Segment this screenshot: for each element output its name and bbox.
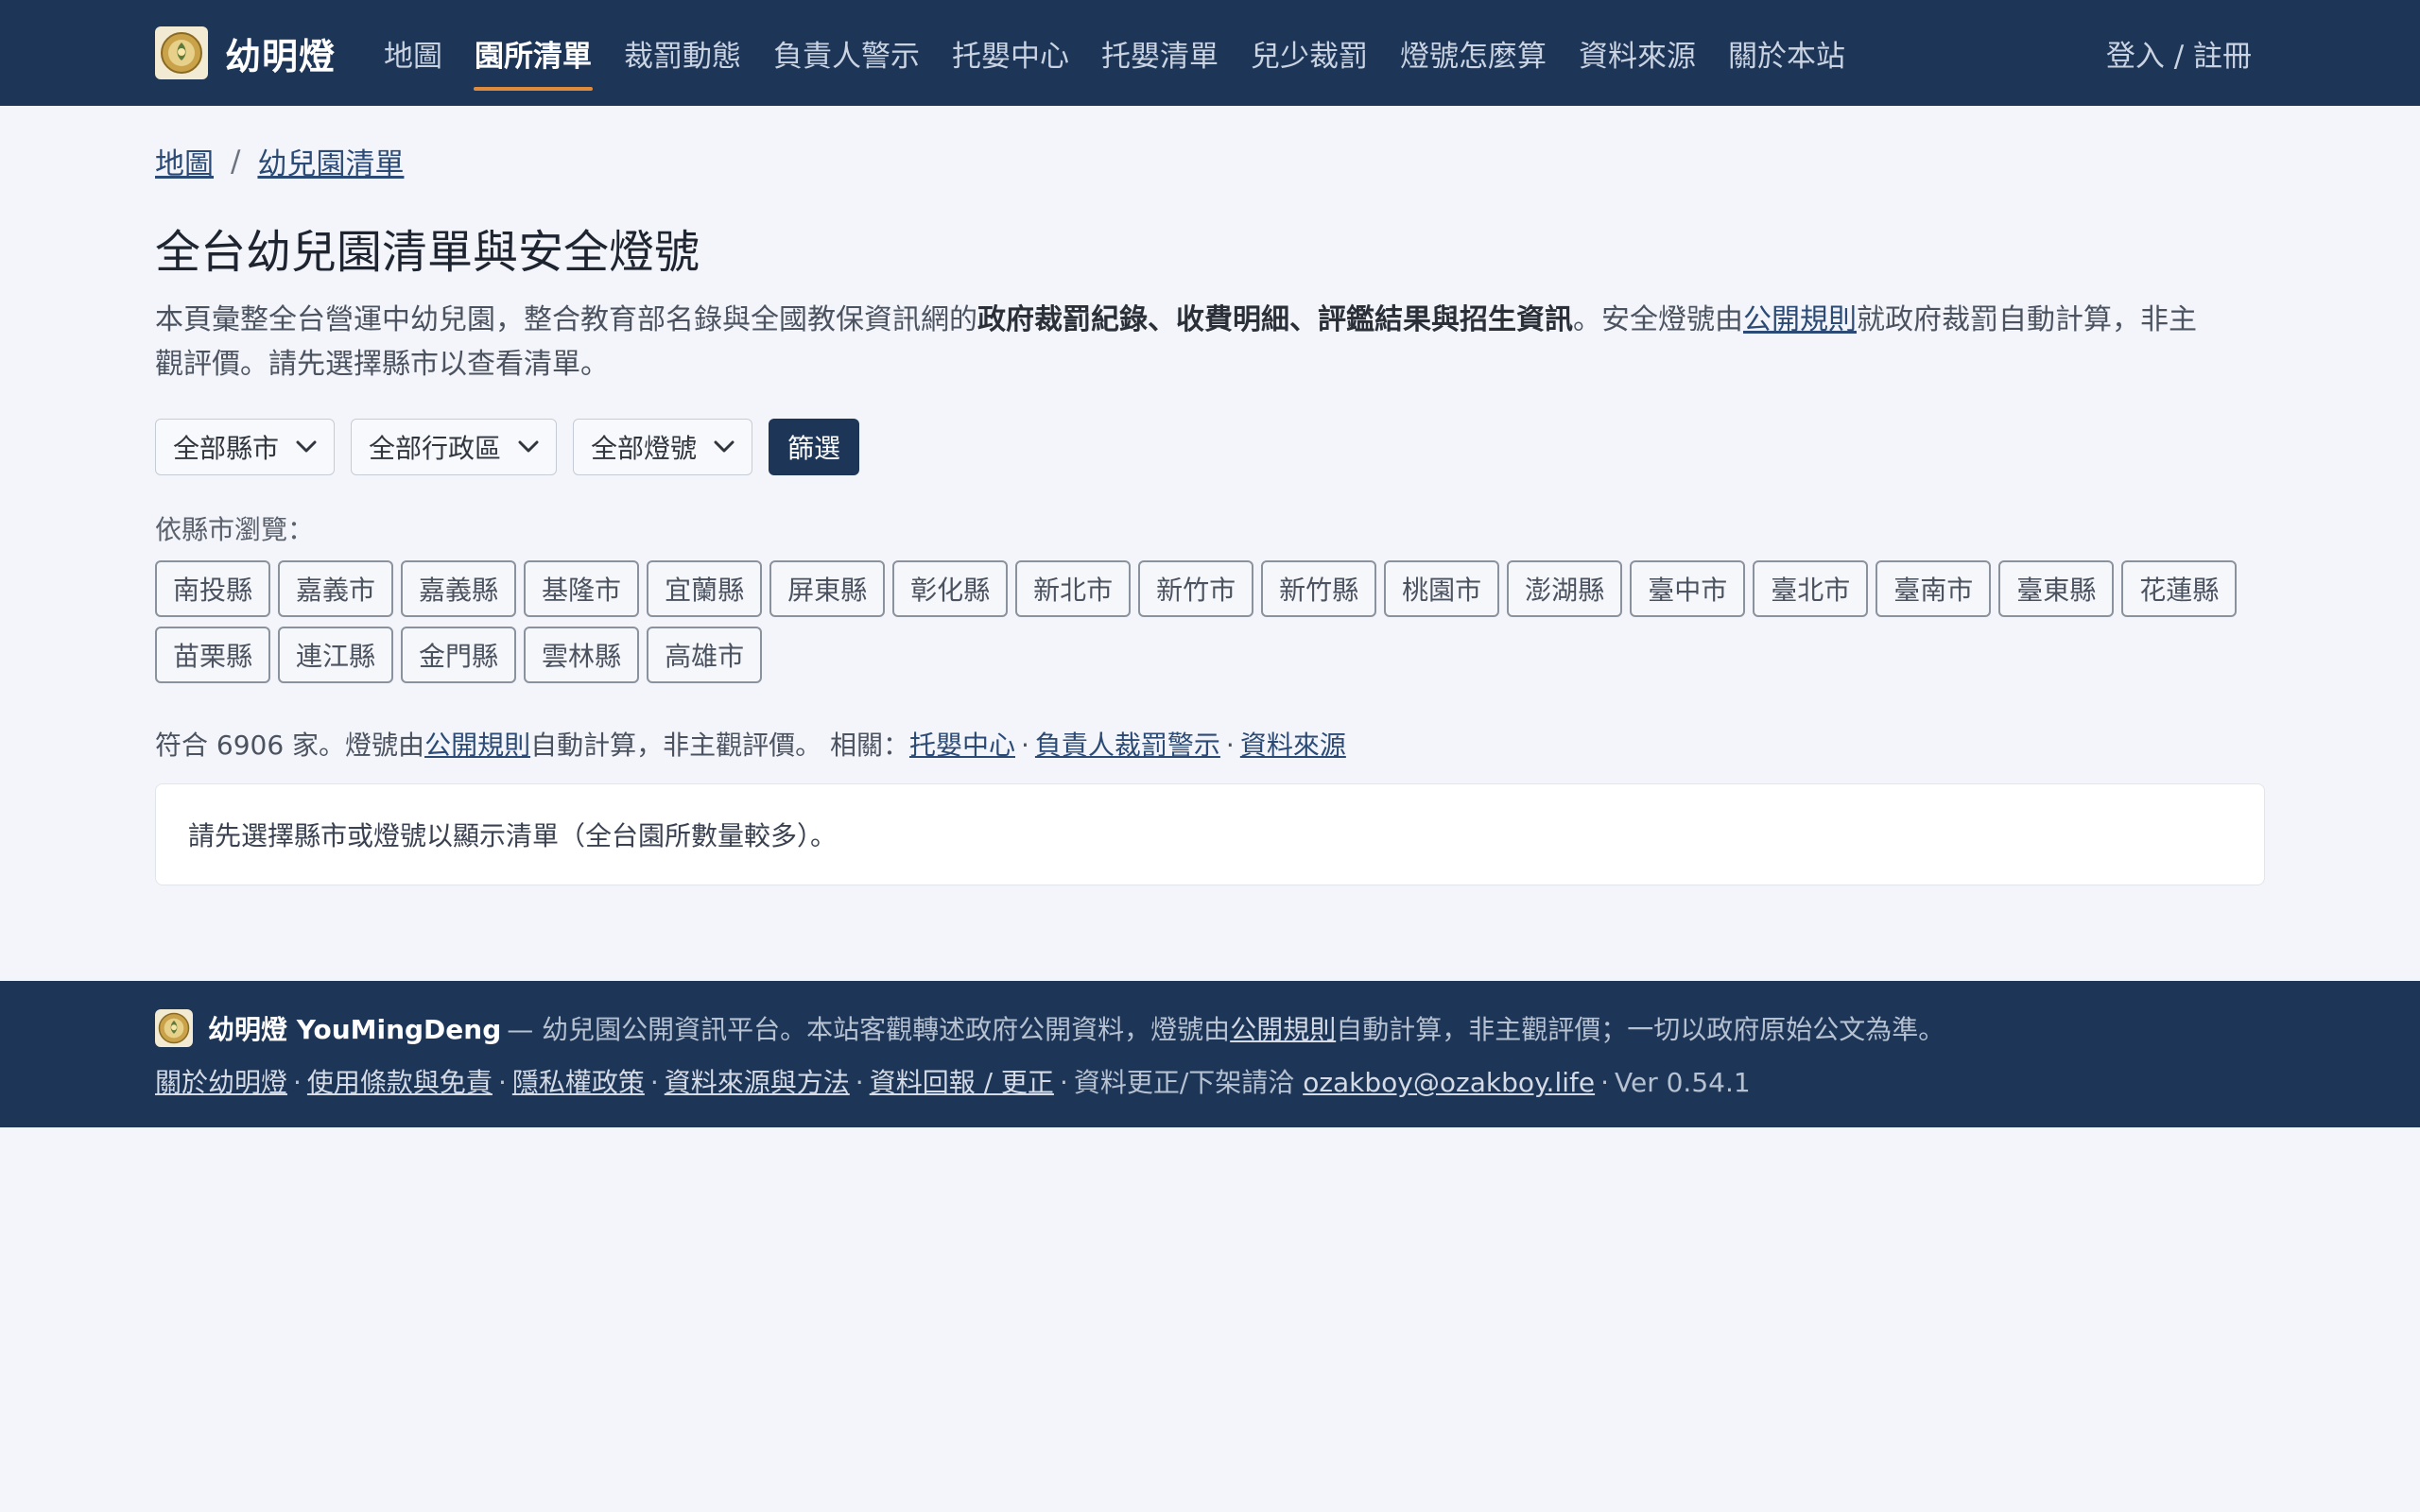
- summary-rules-link[interactable]: 公開規則: [424, 730, 530, 761]
- footer-link-methodology[interactable]: 資料來源與方法: [665, 1067, 850, 1098]
- footer-rules-link[interactable]: 公開規則: [1230, 1014, 1336, 1045]
- dot-separator: ·: [1600, 1067, 1609, 1098]
- county-chip[interactable]: 臺南市: [1876, 560, 1992, 617]
- main-nav: 地圖 園所清單 裁罰動態 負責人警示 托嬰中心 托嬰清單 兒少裁罰 燈號怎麼算 …: [368, 0, 1861, 106]
- county-chip[interactable]: 桃園市: [1384, 560, 1500, 617]
- footer-description: — 幼兒園公開資訊平台。本站客觀轉述政府公開資料，燈號由公開規則自動計算，非主觀…: [507, 1009, 1945, 1047]
- county-chip[interactable]: 臺北市: [1753, 560, 1869, 617]
- county-chip[interactable]: 澎湖縣: [1507, 560, 1623, 617]
- breadcrumb-current-link[interactable]: 幼兒園清單: [257, 140, 404, 182]
- summary-daycare-link[interactable]: 托嬰中心: [909, 730, 1015, 761]
- county-chip[interactable]: 苗栗縣: [155, 627, 271, 683]
- footer-link-about[interactable]: 關於幼明燈: [155, 1067, 287, 1098]
- dot-separator: ·: [293, 1067, 302, 1098]
- county-chip[interactable]: 彰化縣: [892, 560, 1009, 617]
- chevron-down-icon: [714, 440, 735, 454]
- footer-link-report[interactable]: 資料回報 / 更正: [870, 1067, 1054, 1098]
- county-chip[interactable]: 嘉義縣: [401, 560, 517, 617]
- footer-link-terms[interactable]: 使用條款與免責: [307, 1067, 493, 1098]
- nav-item-map[interactable]: 地圖: [368, 0, 458, 106]
- brand[interactable]: 幼明燈: [155, 26, 336, 79]
- county-select[interactable]: 全部縣市: [155, 419, 336, 475]
- empty-state-notice: 請先選擇縣市或燈號以顯示清單（全台園所數量較多）。: [155, 783, 2265, 885]
- site-footer: 幼明燈 YouMingDeng — 幼兒園公開資訊平台。本站客觀轉述政府公開資料…: [0, 981, 2420, 1127]
- county-chip[interactable]: 連江縣: [278, 627, 394, 683]
- nav-item-penalty-news[interactable]: 裁罰動態: [608, 0, 757, 106]
- county-chip[interactable]: 花蓮縣: [2121, 560, 2238, 617]
- district-select[interactable]: 全部行政區: [351, 419, 558, 475]
- footer-brand: 幼明燈 YouMingDeng: [208, 1014, 502, 1045]
- public-rules-link[interactable]: 公開規則: [1743, 303, 1857, 336]
- county-chip[interactable]: 宜蘭縣: [647, 560, 763, 617]
- summary-count-text: 符合 6906 家。燈號由: [155, 730, 425, 761]
- county-chip[interactable]: 臺東縣: [1998, 560, 2115, 617]
- result-summary: 符合 6906 家。燈號由公開規則自動計算，非主觀評價。 相關：托嬰中心 · 負責人…: [155, 725, 2265, 763]
- nav-item-daycare-center[interactable]: 托嬰中心: [936, 0, 1085, 106]
- summary-middle-text: 自動計算，非主觀評價。 相關：: [530, 730, 909, 761]
- county-chip[interactable]: 基隆市: [524, 560, 640, 617]
- footer-desc-prefix: — 幼兒園公開資訊平台。本站客觀轉述政府公開資料，燈號由: [507, 1014, 1231, 1045]
- breadcrumb-separator: /: [231, 144, 241, 179]
- summary-owner-alert-link[interactable]: 負責人裁罰警示: [1035, 730, 1220, 761]
- light-select[interactable]: 全部燈號: [573, 419, 753, 475]
- nav-item-data-sources[interactable]: 資料來源: [1563, 0, 1712, 106]
- chevron-down-icon: [296, 440, 317, 454]
- lamp-logo-icon: [155, 1009, 193, 1047]
- county-chip[interactable]: 嘉義市: [278, 560, 394, 617]
- nav-item-owner-alerts[interactable]: 負責人警示: [757, 0, 936, 106]
- district-select-value: 全部行政區: [369, 433, 502, 464]
- county-chip[interactable]: 屏東縣: [769, 560, 886, 617]
- county-chip[interactable]: 新竹縣: [1261, 560, 1377, 617]
- footer-desc-suffix: 自動計算，非主觀評價；一切以政府原始公文為準。: [1336, 1014, 1945, 1045]
- dot-separator: ·: [1059, 1067, 1068, 1098]
- county-chip[interactable]: 雲林縣: [524, 627, 640, 683]
- county-browse-label: 依縣市瀏覽：: [155, 514, 315, 545]
- summary-data-source-link[interactable]: 資料來源: [1240, 730, 1346, 761]
- filter-bar: 全部縣市 全部行政區 全部燈號 篩選: [155, 419, 2265, 475]
- county-chip-list: 南投縣 嘉義市 嘉義縣 基隆市 宜蘭縣 屏東縣 彰化縣 新北市 新竹市 新竹縣 …: [155, 560, 2329, 693]
- footer-link-privacy[interactable]: 隱私權政策: [512, 1067, 645, 1098]
- nav-item-daycare-list[interactable]: 托嬰清單: [1085, 0, 1235, 106]
- intro-text-1: 本頁彙整全台營運中幼兒園，整合教育部名錄與全國教保資訊網的: [155, 303, 977, 336]
- nav-item-child-penalty[interactable]: 兒少裁罰: [1235, 0, 1384, 106]
- intro-paragraph: 本頁彙整全台營運中幼兒園，整合教育部名錄與全國教保資訊網的政府裁罰紀錄、收費明細…: [155, 298, 2216, 387]
- login-register-link[interactable]: 登入 / 註冊: [2106, 0, 2252, 106]
- breadcrumb-home-link[interactable]: 地圖: [155, 140, 214, 182]
- top-navbar: 幼明燈 地圖 園所清單 裁罰動態 負責人警示 托嬰中心 托嬰清單 兒少裁罰 燈號…: [0, 0, 2420, 106]
- county-select-value: 全部縣市: [173, 433, 280, 464]
- footer-version: Ver 0.54.1: [1615, 1067, 1751, 1098]
- dot-separator: ·: [855, 1067, 864, 1098]
- dot-separator: ·: [1021, 730, 1029, 761]
- nav-item-kindergarten-list[interactable]: 園所清單: [458, 0, 608, 106]
- footer-line-1: 幼明燈 YouMingDeng — 幼兒園公開資訊平台。本站客觀轉述政府公開資料…: [155, 1009, 2265, 1047]
- county-chip[interactable]: 金門縣: [401, 627, 517, 683]
- footer-line-2: 關於幼明燈 · 使用條款與免責 · 隱私權政策 · 資料來源與方法 · 資料回報 / 更正 · 資料…: [155, 1062, 2265, 1100]
- intro-bold-text: 政府裁罰紀錄、收費明細、評鑑結果與招生資訊: [977, 303, 1573, 336]
- county-chip[interactable]: 新北市: [1015, 560, 1132, 617]
- brand-name: 幼明燈: [225, 35, 337, 77]
- dot-separator: ·: [1225, 730, 1235, 761]
- light-select-value: 全部燈號: [591, 433, 698, 464]
- page-title: 全台幼兒園清單與安全燈號: [155, 226, 700, 279]
- footer-contact-text: 資料更正/下架請洽: [1073, 1067, 1295, 1098]
- county-chip[interactable]: 新竹市: [1138, 560, 1254, 617]
- chevron-down-icon: [518, 440, 539, 454]
- county-chip[interactable]: 臺中市: [1630, 560, 1746, 617]
- dot-separator: ·: [497, 1067, 507, 1098]
- dot-separator: ·: [649, 1067, 659, 1098]
- main-content: 地圖 / 幼兒園清單 全台幼兒園清單與安全燈號 本頁彙整全台營運中幼兒園，整合教…: [0, 106, 2420, 885]
- county-chip[interactable]: 高雄市: [647, 627, 763, 683]
- breadcrumb: 地圖 / 幼兒園清單: [155, 106, 2265, 182]
- intro-text-2: 。安全燈號由: [1573, 303, 1743, 336]
- nav-item-light-rules[interactable]: 燈號怎麼算: [1384, 0, 1563, 106]
- nav-item-about[interactable]: 關於本站: [1712, 0, 1861, 106]
- lamp-logo-icon: [155, 26, 208, 79]
- filter-button[interactable]: 篩選: [769, 419, 860, 475]
- county-chip[interactable]: 南投縣: [155, 560, 271, 617]
- footer-email-link[interactable]: ozakboy@ozakboy.life: [1303, 1067, 1595, 1098]
